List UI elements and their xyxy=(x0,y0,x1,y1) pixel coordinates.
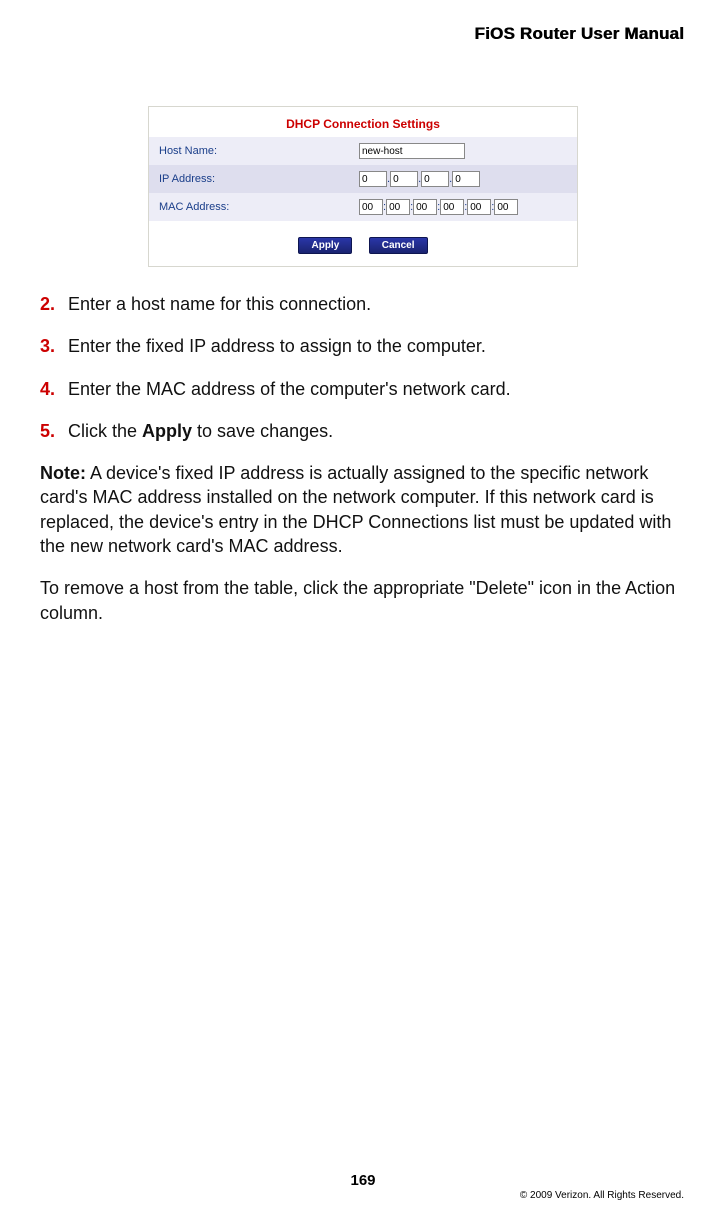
host-name-cell xyxy=(349,137,577,165)
note-paragraph: Note: A device's fixed IP address is act… xyxy=(40,461,684,558)
step-text: Enter the fixed IP address to assign to … xyxy=(68,334,684,358)
ip-octet-1-input[interactable] xyxy=(359,171,387,187)
cancel-button[interactable]: Cancel xyxy=(369,237,428,254)
dhcp-settings-panel: DHCP Connection Settings Host Name: IP A… xyxy=(148,106,578,267)
mac-octet-3-input[interactable] xyxy=(413,199,437,215)
step-4: 4. Enter the MAC address of the computer… xyxy=(40,377,684,401)
mac-octet-4-input[interactable] xyxy=(440,199,464,215)
copyright-text: © 2009 Verizon. All Rights Reserved. xyxy=(520,1190,684,1201)
note-label: Note: xyxy=(40,463,86,483)
step-5: 5. Click the Apply to save changes. xyxy=(40,419,684,443)
page-header-title: FiOS Router User Manual xyxy=(474,24,684,44)
step-3: 3. Enter the fixed IP address to assign … xyxy=(40,334,684,358)
mac-octet-1-input[interactable] xyxy=(359,199,383,215)
mac-octet-5-input[interactable] xyxy=(467,199,491,215)
mac-address-label: MAC Address: xyxy=(149,193,349,221)
settings-form-table: Host Name: IP Address: ... MAC Address: … xyxy=(149,137,577,221)
panel-title: DHCP Connection Settings xyxy=(149,107,577,137)
step-text-b: to save changes. xyxy=(192,421,333,441)
step-number: 2. xyxy=(40,292,68,316)
step-text-a: Click the xyxy=(68,421,142,441)
step-text: Enter a host name for this connection. xyxy=(68,292,684,316)
step-text: Enter the MAC address of the computer's … xyxy=(68,377,684,401)
ip-address-cell: ... xyxy=(349,165,577,193)
step-text: Click the Apply to save changes. xyxy=(68,419,684,443)
page-number: 169 xyxy=(0,1172,726,1189)
apply-button[interactable]: Apply xyxy=(298,237,352,254)
body-content: 2. Enter a host name for this connection… xyxy=(40,292,684,643)
step-number: 3. xyxy=(40,334,68,358)
step-text-bold: Apply xyxy=(142,421,192,441)
ip-octet-2-input[interactable] xyxy=(390,171,418,187)
step-2: 2. Enter a host name for this connection… xyxy=(40,292,684,316)
host-name-input[interactable] xyxy=(359,143,465,159)
button-row: Apply Cancel xyxy=(149,221,577,266)
mac-address-cell: ::::: xyxy=(349,193,577,221)
remove-paragraph: To remove a host from the table, click t… xyxy=(40,576,684,625)
step-number: 4. xyxy=(40,377,68,401)
mac-octet-6-input[interactable] xyxy=(494,199,518,215)
step-number: 5. xyxy=(40,419,68,443)
mac-octet-2-input[interactable] xyxy=(386,199,410,215)
ip-octet-4-input[interactable] xyxy=(452,171,480,187)
note-text: A device's fixed IP address is actually … xyxy=(40,463,671,556)
host-name-label: Host Name: xyxy=(149,137,349,165)
ip-address-label: IP Address: xyxy=(149,165,349,193)
ip-octet-3-input[interactable] xyxy=(421,171,449,187)
